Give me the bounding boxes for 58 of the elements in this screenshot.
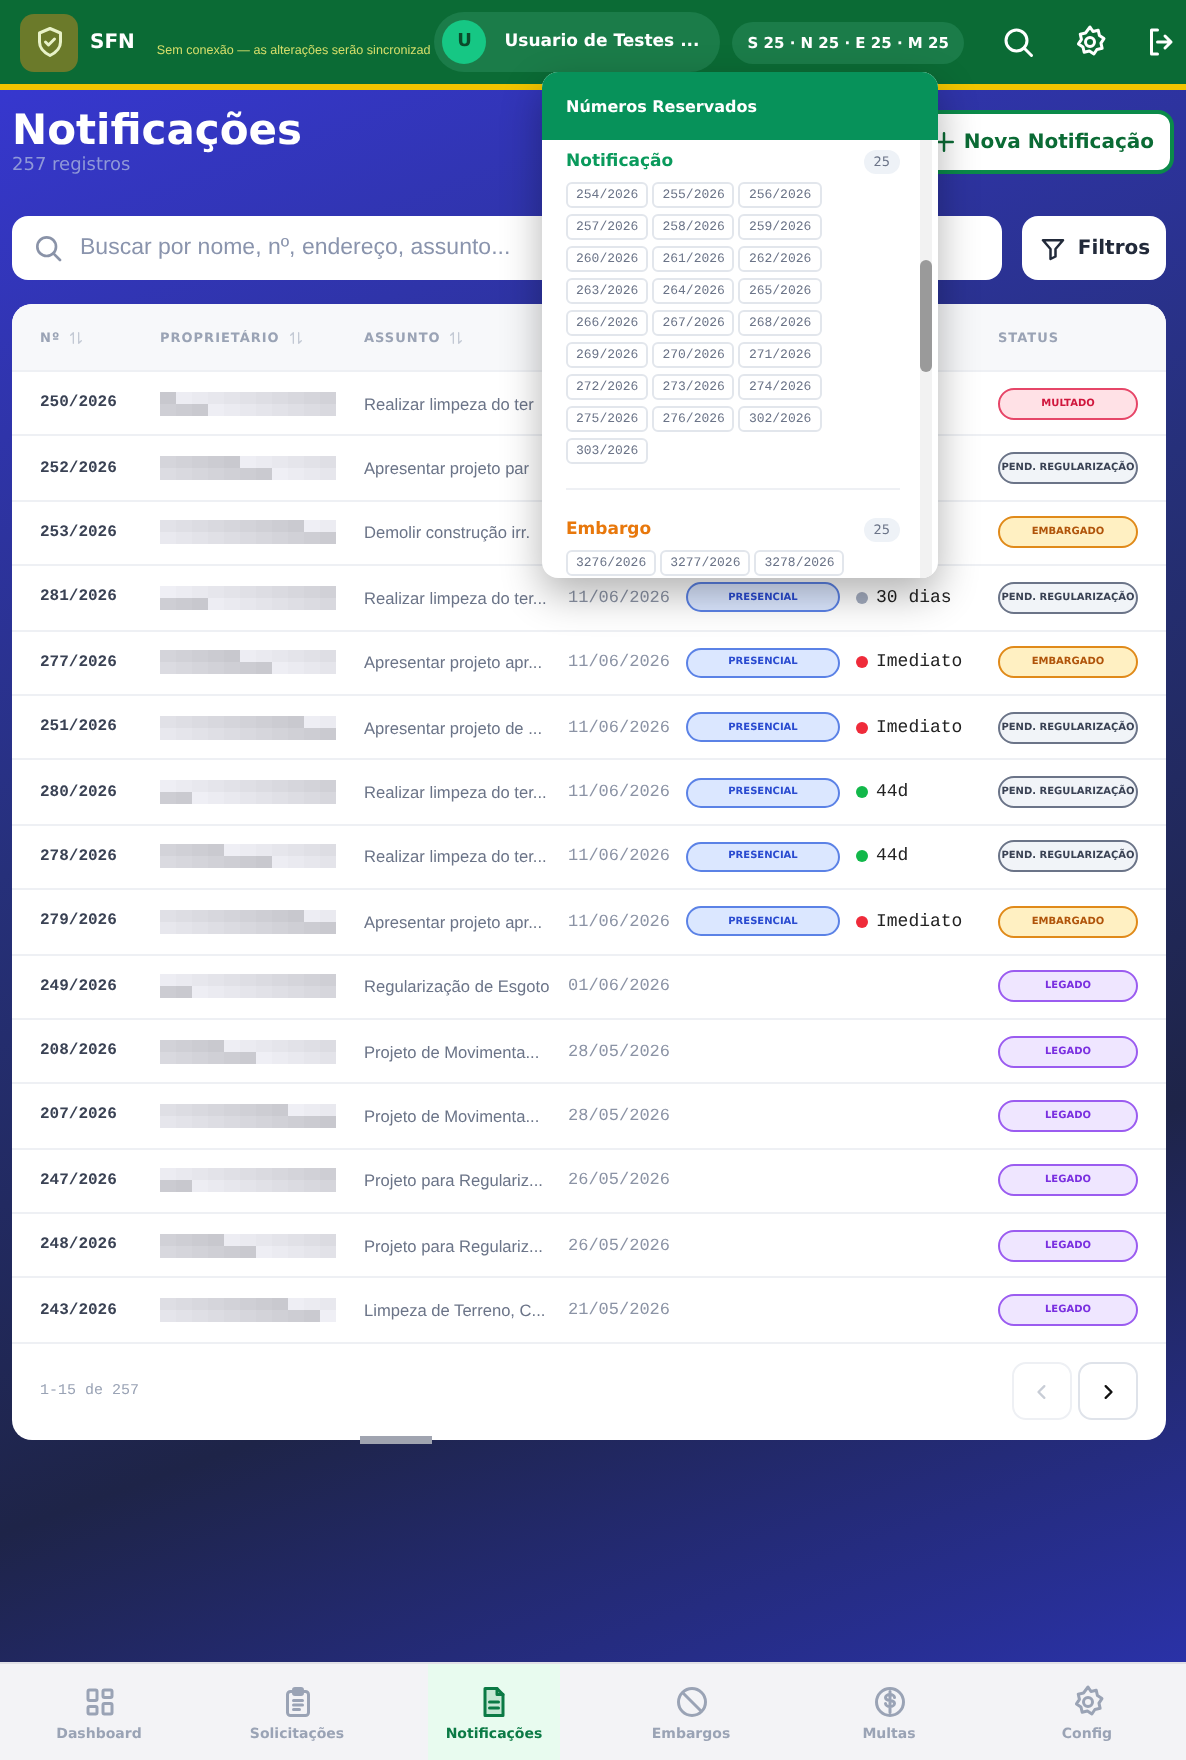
deadline-text: Imediato [876,652,963,673]
deadline-text: 30 dias [876,587,952,608]
table-cell-text: 207/2026 [38,1106,119,1125]
table-cell-text: 281/2026 [38,588,119,607]
user-avatar: U [442,20,487,64]
table-cell-text: Realizar limpeza do ter [364,393,536,414]
table-cell-text: 251/2026 [38,718,119,737]
table-cell-text: 208/2026 [38,1042,119,1061]
table-cell-text: 248/2026 [38,1236,119,1255]
table-cell-text: 277/2026 [38,653,119,672]
page-title: Notificações [12,104,303,156]
table-cell-text: 252/2026 [38,459,119,478]
table-cell-text: 28/05/2026 [568,1041,673,1062]
table-cell-text: Projeto de Movimenta... [364,1041,542,1062]
filter-button[interactable]: Filtros [1022,216,1166,280]
table-cell-text: 250/2026 [38,394,119,413]
table-cell-text: Apresentar projeto apr... [364,652,545,673]
deadline-text: Imediato [876,911,963,932]
table-cell-text: Apresentar projeto par [364,458,532,479]
table-cell-text: 11/06/2026 [568,717,673,738]
table-cell-text: Apresentar projeto apr... [364,911,545,932]
table-cell-text: Projeto para Regulariz... [364,1235,545,1256]
table-cell-text: 278/2026 [38,847,119,866]
table-cell-text: 11/06/2026 [568,587,673,608]
table-cell-text: 11/06/2026 [568,782,673,803]
table-cell-text: 26/05/2026 [568,1170,673,1191]
table-cell-text: Projeto para Regulariz... [364,1170,545,1191]
table-cell-text: Realizar limpeza do ter... [364,782,549,803]
user-name: Usuario de Testes ... [504,32,700,52]
popup-header: Números Reservados [542,72,938,140]
table-cell-text: 243/2026 [38,1301,119,1320]
table-cell-text: 11/06/2026 [568,846,673,867]
record-count: 257 registros [12,156,133,176]
table-cell-text: Regularização de Esgoto [364,976,552,997]
section-title: Embargo [566,520,652,540]
table-cell-text: Apresentar projeto de ... [364,717,545,738]
table-cell-text: Realizar limpeza do ter... [364,846,549,867]
table-cell-text: 26/05/2026 [568,1235,673,1256]
table-cell-text: 11/06/2026 [568,911,673,932]
table-cell-text: Demolir construção irr. [364,522,532,543]
deadline-text: 44d [876,782,909,803]
table-cell-text: Limpeza de Terreno, C... [364,1300,548,1321]
table-cell-text: 28/05/2026 [568,1105,673,1126]
app-name: SFN [90,31,135,53]
table-cell-text: 249/2026 [38,977,119,996]
table-cell-text: 21/05/2026 [568,1300,673,1321]
table-cell-text: 247/2026 [38,1171,119,1190]
table-cell-text: 280/2026 [38,783,119,802]
table-cell-text: 01/06/2026 [568,976,673,997]
table-cell-text: 279/2026 [38,912,119,931]
table-cell-text: Projeto de Movimenta... [364,1105,542,1126]
table-cell-text: Realizar limpeza do ter... [364,587,549,608]
section-title: Notificação [566,152,674,172]
table-cell-text: 253/2026 [38,523,119,542]
deadline-text: Imediato [876,717,963,738]
user-menu[interactable]: U Usuario de Testes ... [434,12,720,72]
table-cell-text: 11/06/2026 [568,652,673,673]
deadline-text: 44d [876,846,909,867]
